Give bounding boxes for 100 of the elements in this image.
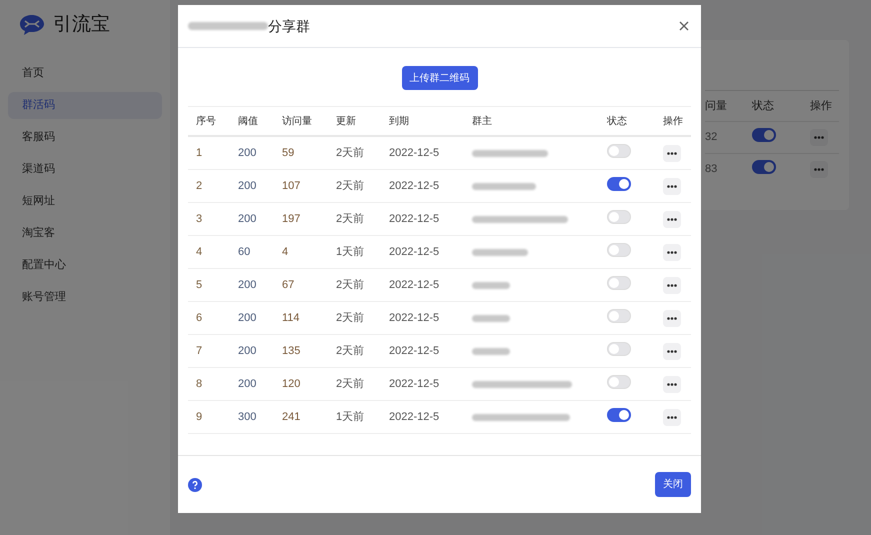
more-icon: [667, 218, 677, 220]
more-icon: [667, 250, 677, 254]
more-button[interactable]: [663, 178, 681, 194]
column-header: 到期: [389, 114, 410, 128]
table-cell-text: 200: [238, 344, 258, 359]
column-header: 阈值: [238, 114, 259, 128]
table-cell-text: 2天前: [336, 178, 366, 194]
more-button[interactable]: [663, 342, 681, 360]
column-header: 状态: [752, 98, 775, 114]
column-header: 操作: [663, 114, 684, 128]
upload-button[interactable]: 上传群二维码: [402, 66, 478, 90]
table-cell-text: 2天前: [336, 212, 366, 227]
column-header: 序号: [196, 114, 217, 128]
redacted-text: [472, 182, 536, 190]
table-cell-text: 1: [196, 146, 204, 161]
table-cell-text: 2022-12-5: [389, 310, 440, 326]
sidebar-item[interactable]: 群活码: [8, 92, 162, 119]
sidebar-item[interactable]: 渠道码: [8, 156, 162, 183]
sidebar-item[interactable]: 淘宝客: [8, 220, 162, 247]
table-cell-text: 60: [238, 244, 252, 260]
column-header: 状态: [607, 114, 628, 128]
redacted-text: [472, 348, 510, 354]
table-cell-text: 7: [196, 344, 204, 359]
close-button[interactable]: [679, 21, 689, 31]
sidebar-item[interactable]: 首页: [8, 60, 162, 87]
more-button[interactable]: [663, 244, 681, 260]
table-cell-text: 2天前: [336, 146, 366, 161]
more-icon: [667, 382, 677, 386]
table-cell-text: 3: [196, 212, 204, 227]
more-icon: [667, 316, 677, 320]
more-button[interactable]: [663, 144, 681, 162]
close-icon: [679, 21, 689, 31]
table-cell-text: 200: [238, 278, 258, 293]
sidebar-item[interactable]: 短网址: [8, 188, 162, 215]
toggle-switch[interactable]: [607, 176, 631, 191]
table-cell-text: 200: [238, 376, 258, 392]
more-icon: [667, 350, 677, 352]
table-cell-text: 2022-12-5: [389, 244, 440, 260]
table-cell-text: 2022-12-5: [389, 278, 440, 293]
more-button[interactable]: [663, 408, 681, 426]
more-icon: [667, 184, 677, 188]
toggle-switch[interactable]: [752, 128, 776, 142]
more-button[interactable]: [663, 310, 681, 326]
column-header: 更新: [336, 114, 357, 128]
column-header: 访问量: [282, 114, 313, 128]
table-cell-text: 2天前: [336, 278, 366, 293]
close-dialog-button[interactable]: 关闭: [655, 472, 691, 497]
column-header: 操作: [810, 98, 833, 114]
dialog-title: 分享群: [268, 16, 310, 36]
table-cell-text: 200: [238, 212, 258, 227]
sidebar-item[interactable]: 配置中心: [8, 252, 162, 279]
logo-icon: [19, 14, 45, 36]
sidebar-item[interactable]: 客服码: [8, 124, 162, 151]
toggle-switch[interactable]: [607, 408, 631, 422]
table-cell-text: 9: [196, 410, 204, 425]
table-cell-text: 2022-12-5: [389, 344, 440, 359]
column-header: 群主: [472, 114, 493, 128]
table-cell-text: 4: [196, 244, 204, 260]
table-cell-text: 2022-12-5: [389, 178, 440, 194]
redacted-text: [472, 248, 528, 256]
table-cell-text: 241: [282, 410, 302, 425]
logo-text: 引流宝: [53, 12, 110, 37]
toggle-switch[interactable]: [752, 160, 776, 174]
sidebar-item[interactable]: 账号管理: [8, 284, 162, 311]
more-button[interactable]: [663, 376, 681, 392]
more-icon: [814, 136, 824, 139]
table-cell-text: 200: [238, 146, 258, 161]
table-cell-text: 200: [238, 178, 258, 194]
more-button[interactable]: [663, 210, 681, 228]
table-cell-text: 59: [282, 146, 296, 161]
table-cell-text: 200: [238, 310, 258, 326]
table-cell-text: 32: [705, 130, 718, 146]
more-icon: [667, 416, 677, 418]
table-cell-text: 5: [196, 278, 204, 293]
table-cell-text: 2022-12-5: [389, 410, 440, 425]
table-cell-text: 2022-12-5: [389, 376, 440, 392]
table-cell-text: 83: [705, 162, 718, 178]
more-button[interactable]: [663, 276, 681, 294]
table-cell-text: 1天前: [336, 410, 366, 425]
table-cell-text: 67: [282, 278, 296, 293]
table-cell-text: 1天前: [336, 244, 366, 260]
table-cell-text: 300: [238, 410, 258, 425]
more-icon: [667, 284, 677, 286]
redacted-text: [472, 282, 510, 288]
table-cell-text: 135: [282, 344, 302, 359]
table-cell-text: 4: [282, 244, 290, 260]
more-icon: [667, 152, 677, 154]
table-cell-text: 2天前: [336, 310, 366, 326]
help-icon[interactable]: [188, 478, 202, 492]
table-cell-text: 8: [196, 376, 204, 392]
table-cell-text: 197: [282, 212, 302, 227]
table-cell-text: 114: [282, 310, 301, 326]
table-cell-text: 120: [282, 376, 302, 392]
table-cell-text: 2022-12-5: [389, 146, 440, 161]
column-header: 问量: [705, 98, 728, 114]
more-icon: [814, 168, 824, 171]
table-cell-text: 2022-12-5: [389, 212, 440, 227]
table-cell-text: 2: [196, 178, 204, 194]
table-cell-text: 2天前: [336, 376, 366, 392]
table-cell-text: 6: [196, 310, 204, 326]
